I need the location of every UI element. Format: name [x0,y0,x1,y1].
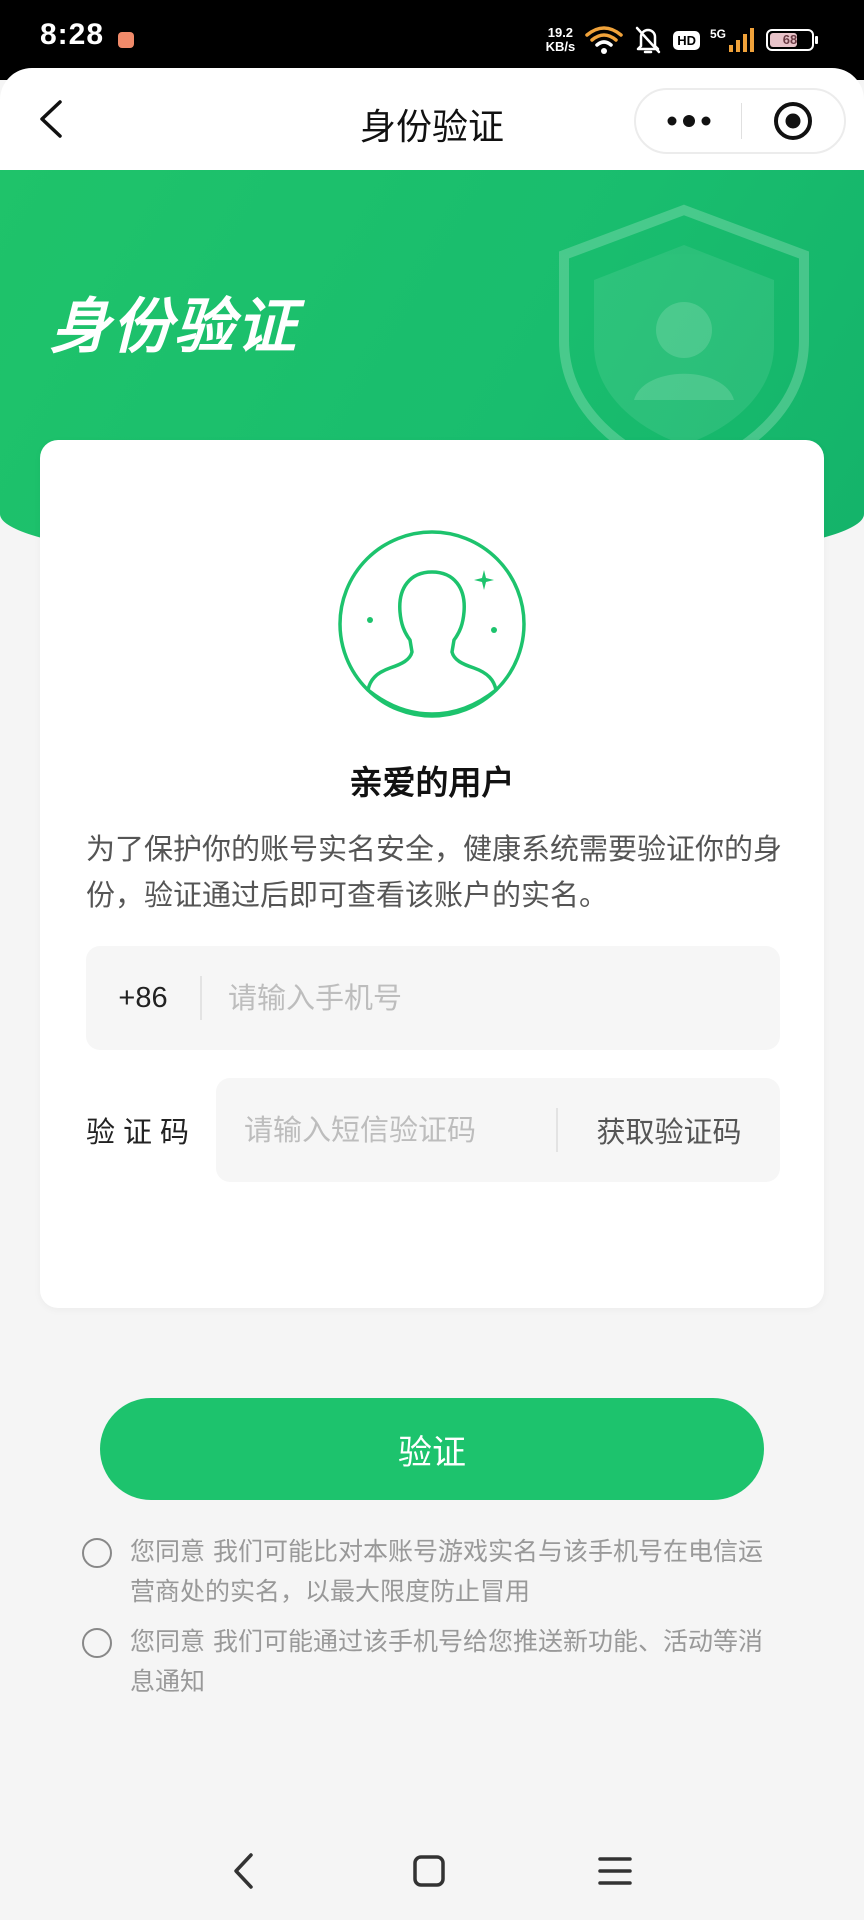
phone-field: +86 [86,946,780,1050]
net-speed: 19.2 KB/s [546,26,576,54]
agreement-radio[interactable] [82,1628,112,1658]
cellular-signal: 5G [710,28,756,52]
agreement-text: 您同意 我们可能比对本账号游戏实名与该手机号在电信运营商处的实名，以最大限度防止… [130,1537,763,1606]
more-dots-icon [667,115,710,127]
status-time: 8:28 [40,18,105,51]
system-back-button[interactable] [218,1846,268,1896]
verify-description: 为了保护你的账号实名安全，健康系统需要验证你的身份，验证通过后即可查看该账户的实… [86,832,783,912]
system-nav-bar [0,1820,864,1920]
wifi-icon [585,26,623,54]
verify-button[interactable]: 验证 [100,1398,764,1500]
battery-tip [815,36,818,44]
square-icon [413,1855,445,1887]
close-miniprogram-button[interactable] [742,90,844,152]
shield-user-icon [559,204,809,480]
signal-icon [729,28,754,52]
banner-title: 身份验证 [50,292,298,362]
agreement-item: 您同意 我们可能通过该手机号给您推送新功能、活动等消息通知 [82,1622,782,1702]
agreement-item: 您同意 我们可能比对本账号游戏实名与该手机号在电信运营商处的实名，以最大限度防止… [82,1532,782,1612]
agreement-text: 您同意 我们可能通过该手机号给您推送新功能、活动等消息通知 [130,1627,763,1696]
notification-icon [118,32,134,48]
status-icons: 19.2 KB/s HD 5G 68 [546,20,818,60]
user-avatar-icon [338,530,526,718]
code-row: 验证码 获取验证码 [86,1078,780,1182]
capsule-menu [634,88,846,154]
phone-input[interactable] [202,946,780,1050]
net-speed-unit: KB/s [545,39,576,54]
get-code-button[interactable]: 获取验证码 [558,1109,780,1151]
net-speed-value: 19.2 [547,25,574,40]
more-button[interactable] [636,90,741,152]
hd-badge: HD [673,30,700,50]
chevron-left-icon [234,1853,253,1889]
target-icon [774,102,812,140]
code-label: 验证码 [86,1115,198,1149]
battery-level: 68 [782,32,798,47]
verify-card: 亲爱的用户 为了保护你的账号实名安全，健康系统需要验证你的身份，验证通过后即可查… [40,440,824,1308]
system-menu-button[interactable] [590,1846,640,1896]
agreement-radio[interactable] [82,1538,112,1568]
country-code[interactable]: +86 [86,982,200,1015]
sms-code-input[interactable] [216,1078,556,1182]
system-home-button[interactable] [404,1846,454,1896]
battery-icon: 68 [766,29,818,51]
network-type: 5G [709,27,726,41]
menu-icon [598,1857,632,1885]
code-field: 获取验证码 [216,1078,780,1182]
nav-bar: 身份验证 [0,68,864,170]
greeting-title: 亲爱的用户 [349,763,515,802]
bell-off-icon [635,26,661,54]
